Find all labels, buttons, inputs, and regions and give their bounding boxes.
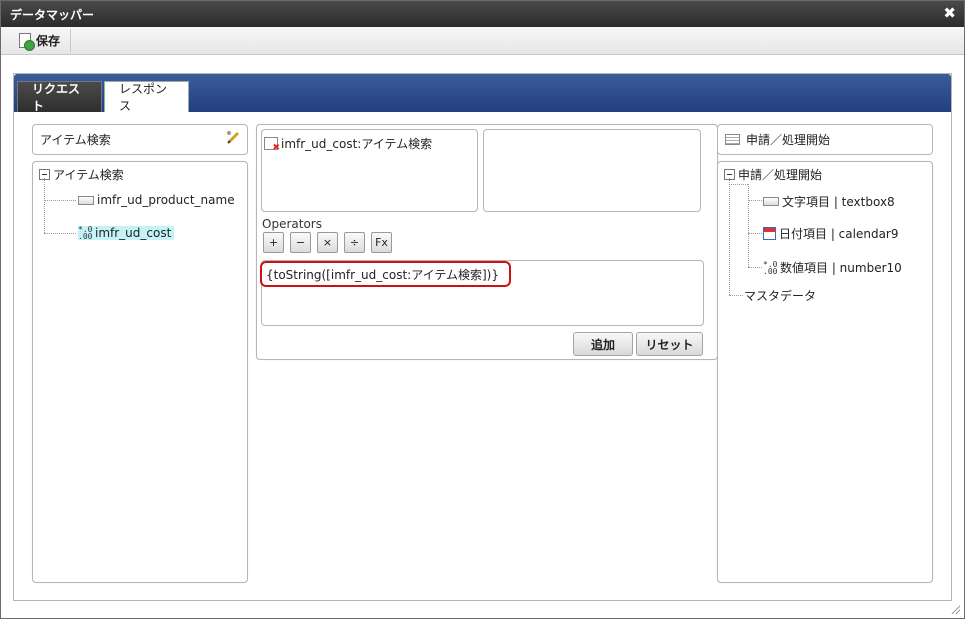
list-item-label: imfr_ud_cost: [95, 226, 172, 240]
source-field-box[interactable]: ✖ imfr_ud_cost:アイテム検索: [261, 129, 478, 212]
list-item-label: imfr_ud_product_name: [97, 193, 235, 207]
save-button[interactable]: 保存: [11, 29, 72, 52]
save-doc-icon: [19, 33, 35, 51]
source-field-label: imfr_ud_cost:アイテム検索: [281, 137, 433, 151]
field-delete-icon[interactable]: ✖: [264, 137, 280, 153]
add-button[interactable]: 追加: [573, 332, 633, 356]
tree-line: [44, 233, 76, 234]
list-item-selected[interactable]: *.0.00 imfr_ud_cost: [78, 225, 175, 241]
tab-request-label: リクエスト: [32, 82, 81, 113]
mapper-content: リクエスト レスポンス アイテム検索 アイテム検索 imfr_ud_produc…: [13, 73, 952, 601]
target-field-box[interactable]: [483, 129, 701, 212]
left-tree-panel: アイテム検索 imfr_ud_product_name *.0.00 imfr_…: [32, 161, 248, 583]
toolbar: 保存: [1, 27, 964, 55]
list-item[interactable]: 文字項目 | textbox8: [763, 193, 895, 210]
tab-response-label: レスポンス: [119, 82, 168, 113]
list-item[interactable]: *.0.00 数値項目 | number10: [763, 259, 902, 276]
source-field: ✖ imfr_ud_cost:アイテム検索: [264, 135, 433, 153]
divide-operator-button[interactable]: ÷: [344, 232, 365, 253]
tree-line: [748, 184, 749, 267]
operator-label: ÷: [349, 236, 360, 249]
operator-buttons: + − × ÷ Fx: [263, 232, 403, 254]
add-button-label: 追加: [590, 337, 615, 352]
multiply-operator-button[interactable]: ×: [317, 232, 338, 253]
tab-bar: リクエスト レスポンス: [14, 74, 951, 113]
number-icon: *.0.00: [763, 259, 778, 276]
save-label: 保存: [36, 34, 61, 48]
left-header-label: アイテム検索: [40, 133, 111, 147]
list-item-label: 日付項目 | calendar9: [779, 227, 899, 241]
right-header: 申請／処理開始: [717, 124, 933, 155]
expression-text: {toString([imfr_ud_cost:アイテム検索])}: [260, 261, 511, 287]
tree-line: [44, 200, 76, 201]
tree-line: [44, 178, 45, 233]
expression-input[interactable]: {toString([imfr_ud_cost:アイテム検索])}: [260, 260, 704, 326]
operator-label: +: [268, 236, 279, 249]
tree-line: [729, 184, 748, 185]
list-item[interactable]: 日付項目 | calendar9: [763, 225, 899, 242]
expression-panel: ✖ imfr_ud_cost:アイテム検索 Operators + − × ÷ …: [256, 124, 718, 360]
operator-label: −: [295, 236, 306, 249]
list-item-label: 数値項目 | number10: [780, 261, 902, 275]
resize-grip-icon[interactable]: [950, 604, 960, 614]
operator-label: ×: [322, 236, 333, 249]
text-field-icon: [78, 195, 94, 205]
tree-line: [729, 295, 743, 296]
left-tree-root-label: アイテム検索: [53, 168, 124, 182]
reset-button[interactable]: リセット: [636, 332, 703, 356]
tree-line: [748, 267, 762, 268]
list-item[interactable]: imfr_ud_product_name: [78, 193, 235, 207]
left-tree-root[interactable]: アイテム検索: [39, 166, 124, 183]
function-operator-button[interactable]: Fx: [371, 232, 392, 253]
reset-button-label: リセット: [645, 337, 694, 352]
number-icon: *.0.00: [78, 225, 93, 241]
list-item-label: マスタデータ: [744, 289, 817, 303]
left-header: アイテム検索: [32, 124, 248, 155]
edit-pencil-icon[interactable]: [225, 130, 241, 144]
list-item[interactable]: マスタデータ: [744, 287, 816, 304]
tree-line: [748, 233, 762, 234]
right-tree-panel: 申請／処理開始 文字項目 | textbox8 日付項目 | calendar9…: [717, 161, 933, 583]
tree-line: [748, 200, 762, 201]
text-field-icon: [763, 197, 779, 206]
title-bar: データマッパー ✖: [1, 1, 964, 27]
calendar-icon: [763, 227, 776, 240]
list-item-label: 文字項目 | textbox8: [782, 195, 895, 209]
right-header-label: 申請／処理開始: [746, 133, 831, 147]
form-list-icon: [725, 134, 740, 145]
tab-request[interactable]: リクエスト: [17, 81, 102, 113]
operator-label: Fx: [375, 236, 388, 249]
tree-line: [729, 178, 730, 295]
operators-label: Operators: [262, 217, 322, 231]
plus-operator-button[interactable]: +: [263, 232, 284, 253]
close-icon[interactable]: ✖: [943, 5, 956, 21]
window-title: データマッパー: [10, 8, 95, 22]
right-tree-root-label: 申請／処理開始: [738, 168, 823, 182]
right-tree-root[interactable]: 申請／処理開始: [724, 166, 822, 183]
data-mapper-window: データマッパー ✖ 保存 リクエスト レスポンス アイテム検索 アイテム検索 i…: [0, 0, 965, 619]
tab-response[interactable]: レスポンス: [104, 81, 189, 113]
minus-operator-button[interactable]: −: [290, 232, 311, 253]
